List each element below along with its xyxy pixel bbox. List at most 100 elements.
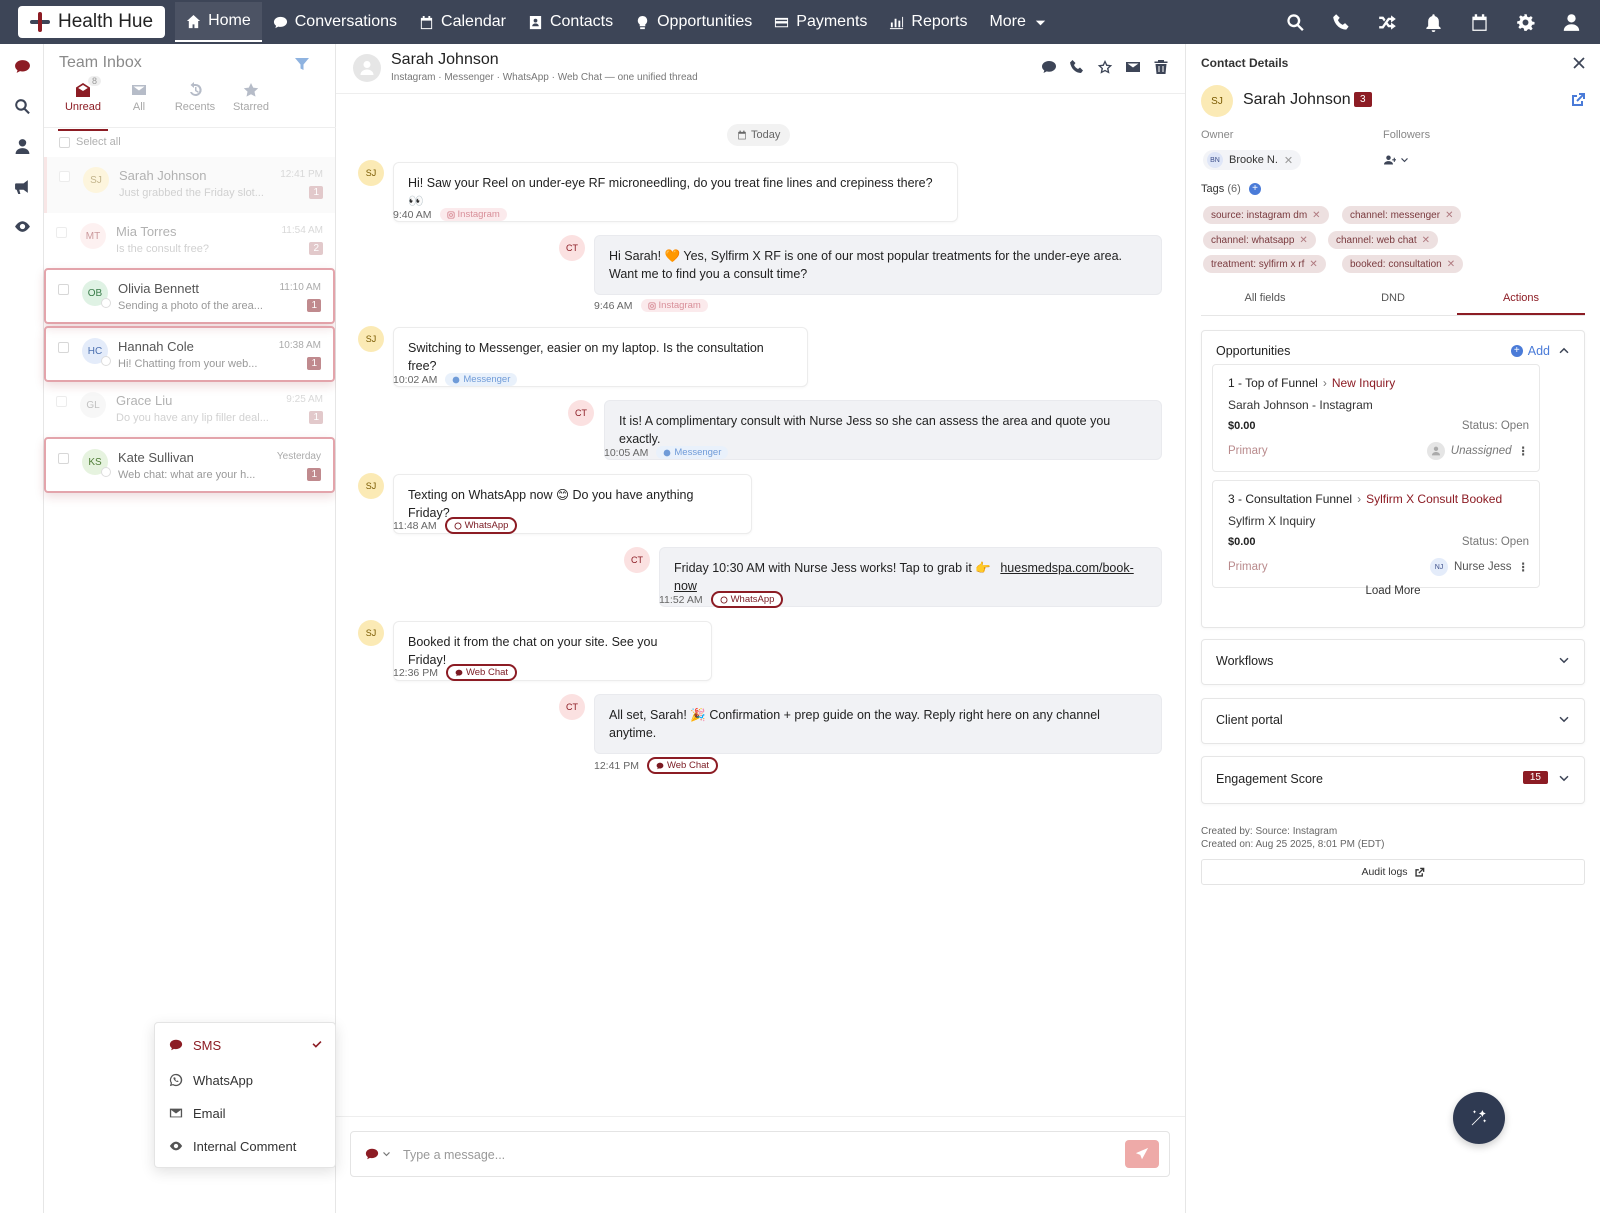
tag-chip[interactable]: treatment: sylfirm x rf ✕ (1203, 255, 1326, 273)
brand-logo[interactable]: Health Hue (18, 6, 166, 38)
sender-avatar: CT (568, 400, 594, 426)
message-meta: 11:48 AM WhatsApp (393, 517, 518, 534)
search-icon[interactable] (12, 96, 32, 116)
filter-icon[interactable] (294, 56, 310, 72)
user-icon[interactable] (1560, 11, 1582, 33)
tag-chip[interactable]: channel: whatsapp ✕ (1203, 231, 1316, 249)
conversation-item[interactable]: SJ Sarah Johnson Just grabbed the Friday… (44, 157, 335, 213)
chevron-down-icon[interactable] (1558, 655, 1570, 667)
row-checkbox[interactable] (59, 171, 70, 182)
remove-tag-icon[interactable]: ✕ (1309, 259, 1317, 270)
load-more-button[interactable]: Load More (1202, 585, 1584, 597)
search-icon[interactable] (1284, 11, 1306, 33)
opportunity-assignee[interactable]: Unassigned ⋮ (1426, 442, 1530, 460)
nav-opportunities[interactable]: Opportunities (624, 0, 763, 44)
conversation-contact-name[interactable]: Sarah Johnson (391, 51, 499, 69)
nav-reports[interactable]: Reports (878, 0, 978, 44)
conversation-item[interactable]: GL Grace Liu Do you have any lip filler … (44, 382, 335, 438)
chevron-down-icon[interactable] (1558, 714, 1570, 726)
channel-option-sms[interactable]: SMS (169, 1035, 323, 1055)
chevron-up-icon[interactable] (1558, 344, 1570, 356)
add-follower-button[interactable] (1384, 150, 1422, 170)
opportunity-value: $0.00 (1228, 420, 1256, 432)
shuffle-icon[interactable] (1376, 11, 1398, 33)
calendar-icon[interactable] (1468, 11, 1490, 33)
conversation-item[interactable]: HC Hannah Cole Hi! Chatting from your we… (44, 326, 335, 382)
nav-home[interactable]: Home (175, 2, 262, 42)
nav-conversations[interactable]: Conversations (262, 0, 408, 44)
more-options-icon[interactable]: ⋮ (1518, 560, 1530, 574)
engagement-score-card[interactable]: Engagement Score 15 (1201, 756, 1585, 804)
row-checkbox[interactable] (58, 342, 69, 353)
tab-dnd[interactable]: DND (1329, 288, 1457, 315)
row-checkbox[interactable] (58, 453, 69, 464)
email-icon[interactable] (1124, 58, 1141, 75)
send-button[interactable] (1125, 1140, 1159, 1168)
nav-payments[interactable]: Payments (763, 0, 878, 44)
tag-chip[interactable]: channel: web chat ✕ (1328, 231, 1439, 249)
conversation-item[interactable]: OB Olivia Bennett Sending a photo of the… (44, 268, 335, 324)
megaphone-icon[interactable] (12, 176, 32, 196)
audit-logs-button[interactable]: Audit logs (1201, 859, 1585, 885)
user-icon[interactable] (12, 136, 32, 156)
owner-chip[interactable]: BN Brooke N. ✕ (1203, 150, 1302, 170)
opportunity-item[interactable]: 1 - Top of Funnel › New Inquiry Sarah John… (1212, 364, 1540, 472)
bell-icon[interactable] (1422, 11, 1444, 33)
more-options-icon[interactable]: ⋮ (1518, 444, 1530, 458)
select-all[interactable]: Select all (59, 136, 121, 148)
nav-calendar[interactable]: Calendar (408, 0, 517, 44)
chat-icon[interactable] (12, 56, 32, 76)
remove-tag-icon[interactable]: ✕ (1447, 259, 1455, 270)
tab-unread[interactable]: 8 Unread (58, 76, 108, 131)
close-icon[interactable] (1572, 56, 1586, 70)
message-meta: 12:41 PM Web Chat (594, 757, 719, 774)
conversation-item[interactable]: KS Kate Sullivan Web chat: what are your… (44, 437, 335, 493)
tab-unread-label: Unread (64, 101, 102, 113)
nav-contacts[interactable]: Contacts (517, 0, 624, 44)
tab-all[interactable]: All (114, 82, 164, 113)
workflows-card[interactable]: Workflows (1201, 639, 1585, 685)
opportunity-assignee[interactable]: NJ Nurse Jess ⋮ (1429, 558, 1530, 576)
opportunity-value: $0.00 (1228, 536, 1256, 548)
nav-more[interactable]: More (978, 0, 1058, 44)
remove-tag-icon[interactable]: ✕ (1422, 235, 1430, 246)
tab-all-fields[interactable]: All fields (1201, 288, 1329, 315)
message-input[interactable] (403, 1144, 1103, 1166)
channel-option-email[interactable]: Email (169, 1103, 323, 1123)
phone-icon[interactable] (1330, 11, 1352, 33)
add-opportunity-button[interactable]: + Add (1510, 344, 1550, 358)
chevron-down-icon[interactable] (1558, 773, 1570, 785)
ai-assist-button[interactable] (1453, 1092, 1505, 1144)
remove-owner-icon[interactable]: ✕ (1284, 154, 1293, 167)
tab-actions[interactable]: Actions (1457, 288, 1585, 315)
trash-icon[interactable] (1152, 58, 1169, 75)
opportunity-item[interactable]: 3 - Consultation Funnel › Sylfirm X Consul… (1212, 480, 1540, 588)
chat-bubble-icon[interactable] (1040, 58, 1057, 75)
external-link-icon[interactable] (1570, 92, 1586, 108)
channel-option-whatsapp[interactable]: WhatsApp (169, 1070, 323, 1090)
row-checkbox[interactable] (56, 227, 67, 238)
remove-tag-icon[interactable]: ✕ (1445, 210, 1453, 221)
tab-recents[interactable]: Recents (170, 82, 220, 113)
remove-tag-icon[interactable]: ✕ (1299, 235, 1307, 246)
tag-chip[interactable]: channel: messenger ✕ (1342, 206, 1462, 224)
remove-tag-icon[interactable]: ✕ (1312, 210, 1320, 221)
row-checkbox[interactable] (56, 396, 67, 407)
row-checkbox[interactable] (58, 284, 69, 295)
avatar: GL (80, 392, 106, 418)
add-tag-icon[interactable]: + (1249, 183, 1261, 195)
client-portal-card[interactable]: Client portal (1201, 698, 1585, 744)
gear-icon[interactable] (1514, 11, 1536, 33)
select-all-checkbox[interactable] (59, 136, 70, 148)
tag-chip[interactable]: booked: consultation ✕ (1342, 255, 1464, 273)
channel-tag: Instagram (439, 208, 507, 221)
channel-option-label: WhatsApp (193, 1072, 253, 1088)
eye-icon[interactable] (12, 216, 32, 236)
tag-chip[interactable]: source: instagram dm ✕ (1203, 206, 1329, 224)
channel-option-internal-comment[interactable]: Internal Comment (169, 1136, 323, 1156)
phone-icon[interactable] (1068, 58, 1085, 75)
tab-starred[interactable]: Starred (226, 82, 276, 113)
channel-selector[interactable] (365, 1147, 391, 1161)
conversation-item[interactable]: MT Mia Torres Is the consult free? 11:54… (44, 213, 335, 269)
star-icon[interactable] (1096, 58, 1113, 75)
